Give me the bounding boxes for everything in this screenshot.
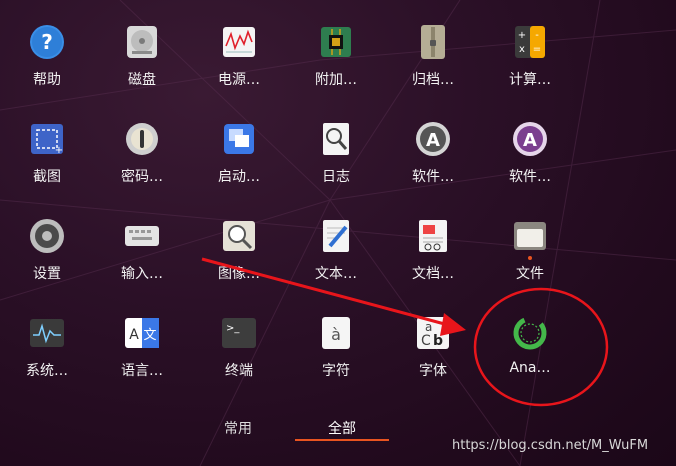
calculator-icon: + x - = [512, 24, 548, 60]
app-label: 输入… [121, 266, 163, 282]
svg-text:a: a [425, 320, 432, 334]
app-label: 启动… [218, 169, 260, 185]
app-tile[interactable]: Ana… [485, 315, 575, 411]
passwords-keys-icon [124, 121, 160, 157]
fonts-icon: aCb [415, 315, 451, 351]
app-label: 设置 [33, 266, 61, 282]
document-viewer-icon [415, 218, 451, 254]
app-tile[interactable]: ? 帮助 [2, 24, 92, 120]
software-center-icon: A [512, 121, 548, 157]
app-label: 文件 [516, 266, 544, 282]
app-tile[interactable]: 设置 [2, 218, 92, 314]
app-label: 图像… [218, 266, 260, 282]
app-label: 字符 [322, 363, 350, 379]
app-tile[interactable]: + x - = 计算… [485, 24, 575, 120]
help-icon: ? [29, 24, 65, 60]
svg-text:文: 文 [143, 328, 156, 343]
app-label: 日志 [322, 169, 350, 185]
tab-active-indicator [295, 439, 389, 441]
text-editor-icon [318, 218, 354, 254]
app-label: 字体 [419, 363, 447, 379]
app-tile[interactable]: 文本… [291, 218, 381, 314]
screenshot-icon: + [29, 121, 65, 157]
app-label: 密码… [121, 169, 163, 185]
app-label: 终端 [225, 363, 253, 379]
startup-applications-icon [221, 121, 257, 157]
app-label: 软件… [412, 169, 454, 185]
app-tile[interactable]: 密码… [97, 121, 187, 217]
app-label: 帮助 [33, 72, 61, 88]
svg-text:A: A [426, 130, 440, 151]
app-tile[interactable]: 文档… [388, 218, 478, 314]
power-statistics-icon [221, 24, 257, 60]
system-monitor-icon [29, 315, 65, 351]
app-label: 文档… [412, 266, 454, 282]
svg-text:C: C [421, 333, 431, 349]
archive-manager-icon [415, 24, 451, 60]
image-viewer-icon [221, 218, 257, 254]
app-tile[interactable]: A 文语言… [97, 315, 187, 411]
app-tile[interactable]: 系统… [2, 315, 92, 411]
anaconda-icon [512, 315, 548, 351]
svg-text:x: x [519, 44, 525, 55]
svg-text:A: A [129, 327, 139, 343]
app-tile[interactable]: >_ 终端 [194, 315, 284, 411]
input-method-icon [124, 218, 160, 254]
app-label: 截图 [33, 169, 61, 185]
app-tile[interactable]: à 字符 [291, 315, 381, 411]
app-label: 附加… [315, 72, 357, 88]
app-tile[interactable]: 文件 [485, 218, 575, 314]
app-tile[interactable]: a Cb 字体 [388, 315, 478, 411]
app-tile[interactable]: 归档… [388, 24, 478, 120]
watermark: https://blog.csdn.net/M_WuFM [452, 438, 649, 453]
software-updater-icon: A [415, 121, 451, 157]
svg-text:A: A [523, 130, 537, 151]
running-indicator [528, 256, 532, 260]
terminal-icon: >_ [221, 315, 257, 351]
app-label: Ana… [509, 360, 551, 376]
app-tile[interactable]: 日志 [291, 121, 381, 217]
disks-icon [124, 24, 160, 60]
app-tile[interactable]: 输入… [97, 218, 187, 314]
svg-text:+: + [518, 30, 526, 41]
app-label: 文本… [315, 266, 357, 282]
tab-frequent[interactable]: 常用 [214, 418, 262, 438]
app-tile[interactable]: 图像… [194, 218, 284, 314]
app-label: 磁盘 [128, 72, 156, 88]
svg-text:-: - [535, 30, 539, 41]
app-tile[interactable]: + 截图 [2, 121, 92, 217]
svg-text:b: b [433, 333, 443, 349]
app-label: 电源… [218, 72, 260, 88]
tab-all[interactable]: 全部 [318, 418, 366, 438]
app-label: 计算… [509, 72, 551, 88]
characters-icon: à [318, 315, 354, 351]
app-label: 语言… [121, 363, 163, 379]
app-label: 归档… [412, 72, 454, 88]
language-support-icon: A文 [124, 315, 160, 351]
app-label: 系统… [26, 363, 68, 379]
svg-text:+: + [55, 145, 63, 156]
app-tile[interactable]: A 软件… [485, 121, 575, 217]
app-tile[interactable]: A 软件… [388, 121, 478, 217]
app-tile[interactable]: 附加… [291, 24, 381, 120]
additional-drivers-icon [318, 24, 354, 60]
app-tile[interactable]: 启动… [194, 121, 284, 217]
svg-text:à: à [331, 325, 341, 344]
logs-icon [318, 121, 354, 157]
app-tile[interactable]: 电源… [194, 24, 284, 120]
svg-text:=: = [533, 44, 541, 55]
svg-text:>_: >_ [226, 323, 240, 334]
svg-text:?: ? [41, 30, 53, 54]
files-icon [512, 218, 548, 254]
app-tile[interactable]: 磁盘 [97, 24, 187, 120]
settings-icon [29, 218, 65, 254]
app-label: 软件… [509, 169, 551, 185]
